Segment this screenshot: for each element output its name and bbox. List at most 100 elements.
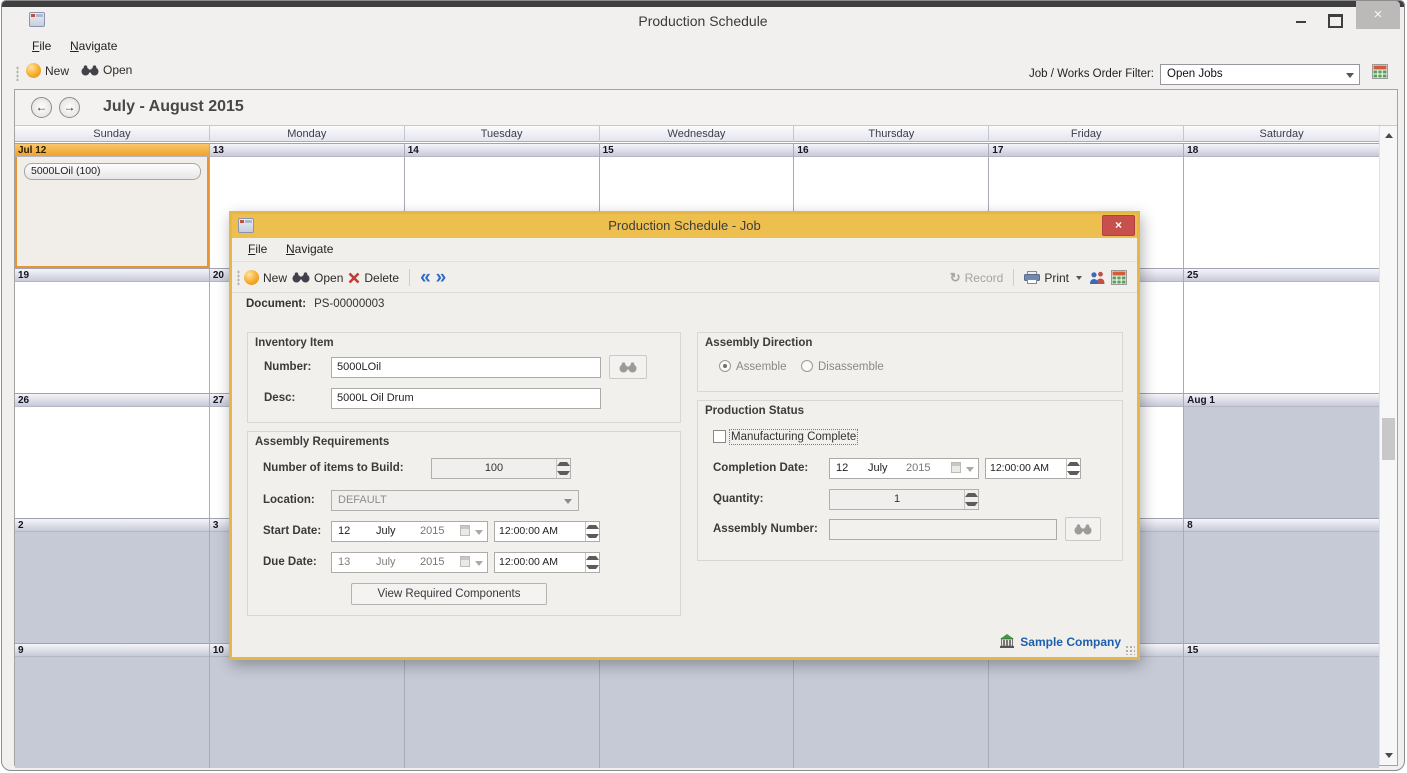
calendar-day-cell[interactable] [989, 643, 1184, 768]
dialog-close-button[interactable]: × [1102, 215, 1135, 236]
scroll-up-icon[interactable] [1380, 128, 1397, 144]
calendar-day-cell[interactable] [405, 643, 600, 768]
next-period-button[interactable] [59, 97, 80, 118]
document-label: Document: [246, 298, 306, 310]
assemble-radio[interactable] [719, 360, 731, 372]
item-lookup-button[interactable] [609, 355, 647, 379]
location-dropdown[interactable]: DEFAULT [331, 490, 579, 511]
dialog-delete-button[interactable]: Delete [348, 271, 399, 285]
view-required-components-button[interactable]: View Required Components [351, 583, 547, 605]
calendar-day-cell[interactable] [600, 643, 795, 768]
completion-date-label: Completion Date: [713, 462, 808, 474]
chevron-down-icon [1346, 73, 1354, 78]
open-button[interactable]: Open [81, 63, 132, 77]
users-icon[interactable] [1089, 271, 1106, 284]
spinner-buttons[interactable] [585, 553, 599, 572]
resize-grip[interactable] [1125, 645, 1135, 655]
close-button[interactable]: × [1356, 1, 1400, 29]
menu-navigate[interactable]: Navigate [70, 39, 117, 53]
maximize-button[interactable] [1324, 7, 1346, 33]
assemble-label: Assemble [736, 361, 787, 373]
spinner-buttons[interactable] [1066, 459, 1080, 478]
assembly-lookup-button[interactable] [1065, 517, 1101, 541]
print-button[interactable]: Print [1024, 271, 1069, 285]
calendar-day-cell[interactable]: 8 [1184, 518, 1379, 643]
new-icon [244, 270, 259, 285]
due-time-field[interactable]: 12:00:00 AM [494, 552, 600, 573]
calendar-day-cell[interactable]: 2 [15, 518, 210, 643]
chevron-down-icon [564, 499, 572, 504]
item-number-field[interactable]: 5000LOil [331, 357, 601, 378]
start-time-field[interactable]: 12:00:00 AM [494, 521, 600, 542]
minimize-button[interactable] [1290, 7, 1312, 33]
items-to-build-label: Number of items to Build: [263, 462, 404, 474]
items-to-build-stepper[interactable]: 100 [431, 458, 571, 479]
calendar-day-cell[interactable]: 18 [1184, 143, 1379, 268]
spinner-buttons[interactable] [556, 459, 570, 478]
assembly-direction-group: Assembly Direction Assemble Disassemble [697, 332, 1123, 392]
completion-date-field[interactable]: 12 July 2015 [829, 458, 979, 479]
binoculars-icon [81, 65, 99, 76]
dialog-menu-file[interactable]: File [248, 242, 267, 256]
scrollbar-thumb[interactable] [1382, 418, 1395, 460]
manufacturing-complete-label[interactable]: Manufacturing Complete [731, 431, 856, 443]
prev-period-button[interactable] [31, 97, 52, 118]
disassemble-label: Disassemble [818, 361, 884, 373]
app-icon [29, 12, 45, 27]
dialog-open-button[interactable]: Open [292, 271, 343, 285]
chevron-down-icon [475, 530, 483, 535]
menu-file[interactable]: File [32, 39, 51, 53]
dialog-new-button[interactable]: New [244, 270, 287, 285]
calendar-scrollbar[interactable] [1379, 126, 1397, 765]
manufacturing-complete-checkbox[interactable] [713, 430, 726, 443]
spinner-buttons[interactable] [585, 522, 599, 541]
start-date-field[interactable]: 12 July 2015 [331, 521, 488, 542]
binoculars-icon [1074, 524, 1092, 535]
calendar-day-cell[interactable]: 10 [210, 643, 405, 768]
group-title: Inventory Item [255, 337, 334, 349]
quantity-stepper[interactable]: 1 [829, 489, 979, 510]
previous-record-icon[interactable] [420, 269, 431, 286]
calendar-picker-icon [951, 462, 961, 473]
scroll-down-icon[interactable] [1380, 747, 1397, 763]
company-name[interactable]: Sample Company [1020, 635, 1121, 649]
due-date-field[interactable]: 13 July 2015 [331, 552, 488, 573]
record-button[interactable]: Record [950, 270, 1004, 286]
calendar-day-cell[interactable]: 26 [15, 393, 210, 518]
company-logo-icon [999, 634, 1015, 649]
schedule-view-icon[interactable] [1111, 270, 1127, 285]
completion-time-field[interactable]: 12:00:00 AM [985, 458, 1081, 479]
calendar-day-cell[interactable]: 9 [15, 643, 210, 768]
calendar-day-cell[interactable]: Jul 125000LOil (100) [15, 143, 210, 268]
print-dropdown-caret[interactable] [1076, 276, 1082, 280]
main-titlebar: Production Schedule × [2, 7, 1404, 35]
spinner-buttons[interactable] [964, 490, 978, 509]
assembly-number-field[interactable] [829, 519, 1057, 540]
item-desc-field[interactable]: 5000L Oil Drum [331, 388, 601, 409]
group-title: Assembly Direction [705, 337, 812, 349]
dialog-menubar: File Navigate [232, 238, 1137, 262]
calendar-day-cell[interactable]: 25 [1184, 268, 1379, 393]
toolbar-grip [16, 66, 19, 81]
disassemble-radio[interactable] [801, 360, 813, 372]
day-header: 13 [210, 143, 404, 157]
dialog-menu-navigate[interactable]: Navigate [286, 242, 333, 256]
weekday-header: Tuesday [405, 126, 600, 142]
binoculars-icon [619, 362, 637, 373]
day-header: 9 [15, 643, 209, 657]
job-filter-dropdown[interactable]: Open Jobs [1160, 64, 1360, 85]
calendar-event-chip[interactable]: 5000LOil (100) [24, 163, 201, 180]
calendar-picker-icon [460, 525, 470, 536]
calendar-day-cell[interactable]: Aug 1 [1184, 393, 1379, 518]
new-button[interactable]: New [26, 63, 69, 78]
location-label: Location: [263, 494, 315, 506]
next-record-icon[interactable] [436, 269, 447, 286]
calendar-day-cell[interactable]: 19 [15, 268, 210, 393]
calendar-day-cell[interactable]: 15 [1184, 643, 1379, 768]
new-icon [26, 63, 41, 78]
schedule-view-icon[interactable] [1372, 64, 1388, 79]
assembly-requirements-group: Assembly Requirements Number of items to… [247, 431, 681, 616]
calendar-day-cell[interactable] [794, 643, 989, 768]
dialog-app-icon [238, 218, 254, 233]
day-header: 19 [15, 268, 209, 282]
